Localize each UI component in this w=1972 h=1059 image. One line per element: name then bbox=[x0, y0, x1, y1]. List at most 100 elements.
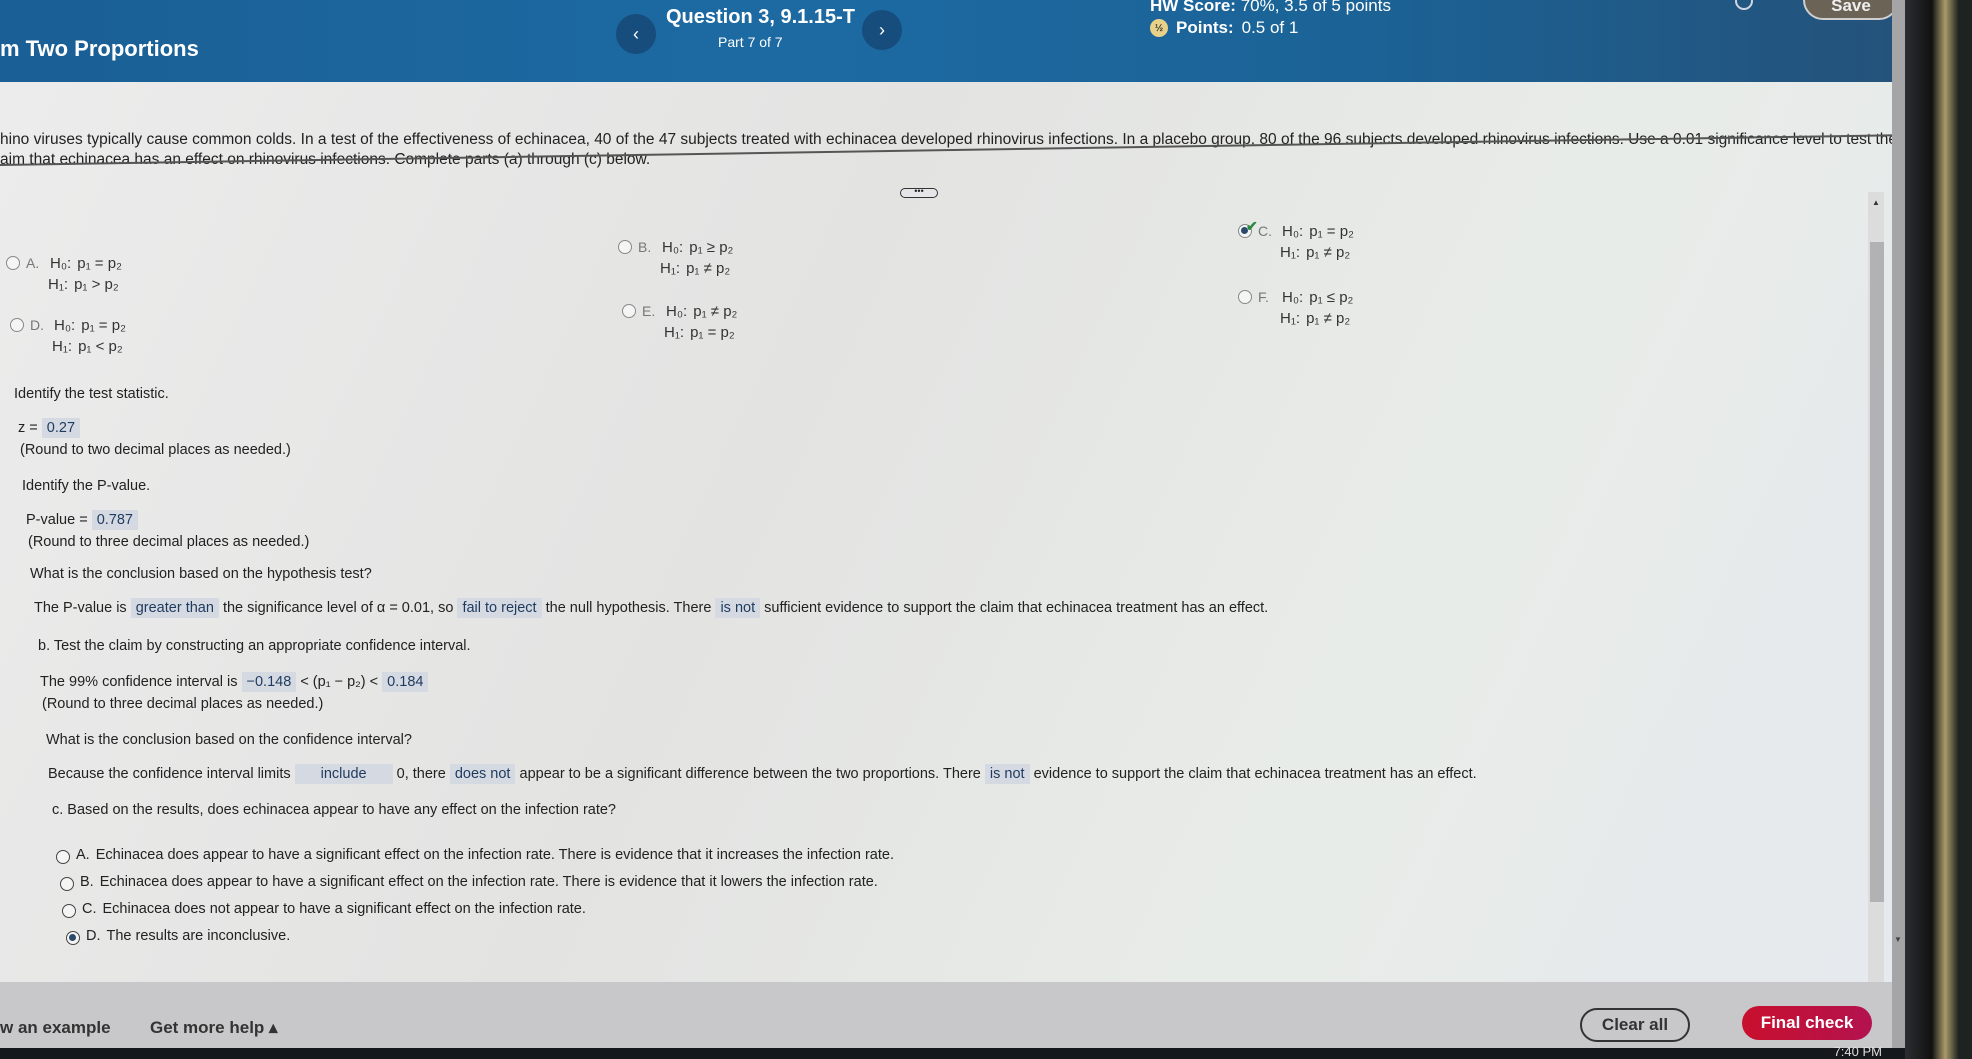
sentence-text: Because the confidence interval limits bbox=[48, 766, 291, 782]
option-text: The results are inconclusive. bbox=[106, 928, 291, 944]
h0-expression: p₁ = p₂ bbox=[81, 317, 126, 334]
sentence-text: appear to be a significant difference be… bbox=[519, 766, 981, 782]
sentence-text: evidence to support the claim that echin… bbox=[1033, 766, 1477, 782]
h0-expression: p₁ = p₂ bbox=[77, 255, 122, 272]
option-letter: E. bbox=[642, 303, 656, 319]
radio-button[interactable] bbox=[6, 256, 20, 270]
ci-upper-input[interactable]: 0.184 bbox=[382, 672, 429, 692]
round-note: (Round to two decimal places as needed.) bbox=[20, 442, 291, 458]
radio-button[interactable] bbox=[60, 877, 74, 891]
option-text: Echinacea does appear to have a signific… bbox=[99, 874, 878, 890]
correct-check-icon: ✔ bbox=[1246, 218, 1258, 234]
sentence-text: the null hypothesis. There bbox=[545, 600, 712, 616]
part-c-option-c[interactable]: C. Echinacea does not appear to have a si… bbox=[62, 901, 894, 918]
h0-expression: p₁ ≥ p₂ bbox=[689, 239, 734, 256]
hw-score-label: HW Score: bbox=[1150, 0, 1236, 15]
points: ½ Points: 0.5 of 1 bbox=[1150, 18, 1298, 38]
final-check-button[interactable]: Final check bbox=[1742, 1006, 1872, 1040]
option-letter: F. bbox=[1258, 289, 1269, 305]
h1-expression: p₁ ≠ p₂ bbox=[1306, 310, 1351, 327]
radio-button[interactable] bbox=[10, 318, 24, 332]
p-value-label: P-value = bbox=[26, 512, 88, 528]
part-c-option-d[interactable]: D. The results are inconclusive. bbox=[66, 928, 894, 945]
hypothesis-option-d[interactable]: D. H₀: p₁ = p₂ H₁: p₁ < p₂ bbox=[10, 316, 126, 355]
header-bar: m Two Proportions ‹ Question 3, 9.1.15-T… bbox=[0, 0, 1905, 82]
view-example-link[interactable]: w an example bbox=[0, 1018, 111, 1038]
clear-all-button[interactable]: Clear all bbox=[1580, 1008, 1690, 1042]
hypothesis-option-f[interactable]: F. H₀: p₁ ≤ p₂ H₁: p₁ ≠ p₂ bbox=[1238, 288, 1353, 327]
ci-expression: < (p₁ − p₂) < bbox=[300, 674, 379, 690]
option-letter: A. bbox=[26, 255, 40, 271]
radio-button[interactable] bbox=[62, 904, 76, 918]
option-letter: C. bbox=[82, 901, 97, 917]
get-more-help-link[interactable]: Get more help ▴ bbox=[150, 1018, 278, 1038]
p-value-input[interactable]: 0.787 bbox=[91, 510, 138, 530]
h1-label: H₁: bbox=[1280, 244, 1301, 261]
scrollbar-thumb[interactable] bbox=[1870, 242, 1884, 902]
radio-button-selected[interactable] bbox=[66, 931, 80, 945]
h1-label: H₁: bbox=[48, 276, 69, 293]
points-label: Points: bbox=[1176, 18, 1234, 37]
radio-button[interactable] bbox=[618, 240, 632, 254]
scroll-up-icon[interactable]: ▲ bbox=[1872, 198, 1880, 207]
difference-dropdown[interactable]: does not bbox=[449, 764, 516, 784]
comparison-dropdown[interactable]: greater than bbox=[130, 598, 219, 618]
conclusion-ci-sentence: Because the confidence interval limits i… bbox=[48, 764, 1477, 784]
include-dropdown[interactable]: include bbox=[294, 764, 393, 784]
hypothesis-option-c[interactable]: ✔ C. H₀: p₁ = p₂ H₁: p₁ ≠ p₂ bbox=[1238, 218, 1354, 261]
content-scrollbar[interactable]: ▲ ▼ bbox=[1868, 192, 1884, 1022]
expand-problem-button[interactable]: ••• bbox=[900, 187, 938, 198]
radio-button[interactable] bbox=[56, 850, 70, 864]
evidence-dropdown[interactable]: is not bbox=[984, 764, 1030, 784]
option-letter: A. bbox=[76, 847, 90, 863]
hypothesis-option-a[interactable]: A. H₀: p₁ = p₂ H₁: p₁ > p₂ bbox=[6, 254, 122, 293]
scroll-down-icon[interactable]: ▼ bbox=[1894, 935, 1902, 944]
footer-bar: w an example Get more help ▴ Clear all F… bbox=[0, 982, 1892, 1050]
h0-label: H₀: bbox=[54, 317, 76, 334]
part-c-options: A. Echinacea does appear to have a signif… bbox=[56, 847, 894, 955]
test-statistic-row: z = 0.27 bbox=[18, 418, 81, 438]
chevron-left-icon: ‹ bbox=[633, 23, 639, 44]
h0-expression: p₁ = p₂ bbox=[1309, 223, 1354, 240]
h0-expression: p₁ ≠ p₂ bbox=[693, 303, 738, 320]
option-text: Echinacea does not appear to have a sign… bbox=[102, 901, 586, 917]
h1-expression: p₁ ≠ p₂ bbox=[1306, 244, 1351, 261]
option-letter: D. bbox=[30, 317, 44, 333]
hw-score-value: 70%, 3.5 of 5 points bbox=[1240, 0, 1391, 15]
test-statistic-prompt: Identify the test statistic. bbox=[14, 386, 169, 402]
gear-icon[interactable] bbox=[1735, 0, 1753, 10]
page-scrollbar[interactable]: ▼ bbox=[1892, 0, 1905, 1050]
h1-label: H₁: bbox=[1280, 310, 1301, 327]
browser-viewport: m Two Proportions ‹ Question 3, 9.1.15-T… bbox=[0, 0, 1905, 1050]
round-note: (Round to three decimal places as needed… bbox=[28, 534, 310, 550]
next-question-button[interactable]: › bbox=[862, 10, 902, 50]
evidence-dropdown[interactable]: is not bbox=[715, 598, 761, 618]
h1-label: H₁: bbox=[660, 260, 681, 277]
round-note: (Round to three decimal places as needed… bbox=[42, 696, 324, 712]
sentence-text: The 99% confidence interval is bbox=[40, 674, 238, 690]
radio-button[interactable] bbox=[1238, 290, 1252, 304]
option-letter: B. bbox=[638, 239, 652, 255]
decision-dropdown[interactable]: fail to reject bbox=[457, 598, 542, 618]
part-c-option-b[interactable]: B. Echinacea does appear to have a signif… bbox=[60, 874, 894, 891]
previous-question-button[interactable]: ‹ bbox=[616, 14, 656, 54]
h1-expression: p₁ > p₂ bbox=[74, 276, 119, 293]
p-value-prompt: Identify the P-value. bbox=[22, 478, 151, 494]
option-letter: B. bbox=[80, 874, 94, 890]
part-c-option-a[interactable]: A. Echinacea does appear to have a signif… bbox=[56, 847, 894, 864]
conclusion-test-prompt: What is the conclusion based on the hypo… bbox=[30, 566, 372, 582]
system-clock: 7:40 PM bbox=[1833, 1044, 1882, 1059]
radio-button[interactable] bbox=[622, 304, 636, 318]
hw-score: HW Score: 70%, 3.5 of 5 points bbox=[1150, 0, 1391, 16]
ci-lower-input[interactable]: −0.148 bbox=[241, 672, 297, 692]
confidence-interval-row: The 99% confidence interval is −0.148 < … bbox=[40, 672, 429, 692]
hypothesis-option-e[interactable]: E. H₀: p₁ ≠ p₂ H₁: p₁ = p₂ bbox=[622, 302, 737, 341]
z-value-input[interactable]: 0.27 bbox=[41, 418, 81, 438]
h1-expression: p₁ = p₂ bbox=[690, 324, 735, 341]
save-button[interactable]: Save bbox=[1803, 0, 1899, 20]
hypothesis-option-b[interactable]: B. H₀: p₁ ≥ p₂ H₁: p₁ ≠ p₂ bbox=[618, 238, 733, 277]
conclusion-ci-prompt: What is the conclusion based on the conf… bbox=[46, 732, 412, 748]
h0-label: H₀: bbox=[50, 255, 72, 272]
taskbar bbox=[0, 1048, 1905, 1059]
question-content: hino viruses typically cause common cold… bbox=[0, 82, 1905, 1022]
